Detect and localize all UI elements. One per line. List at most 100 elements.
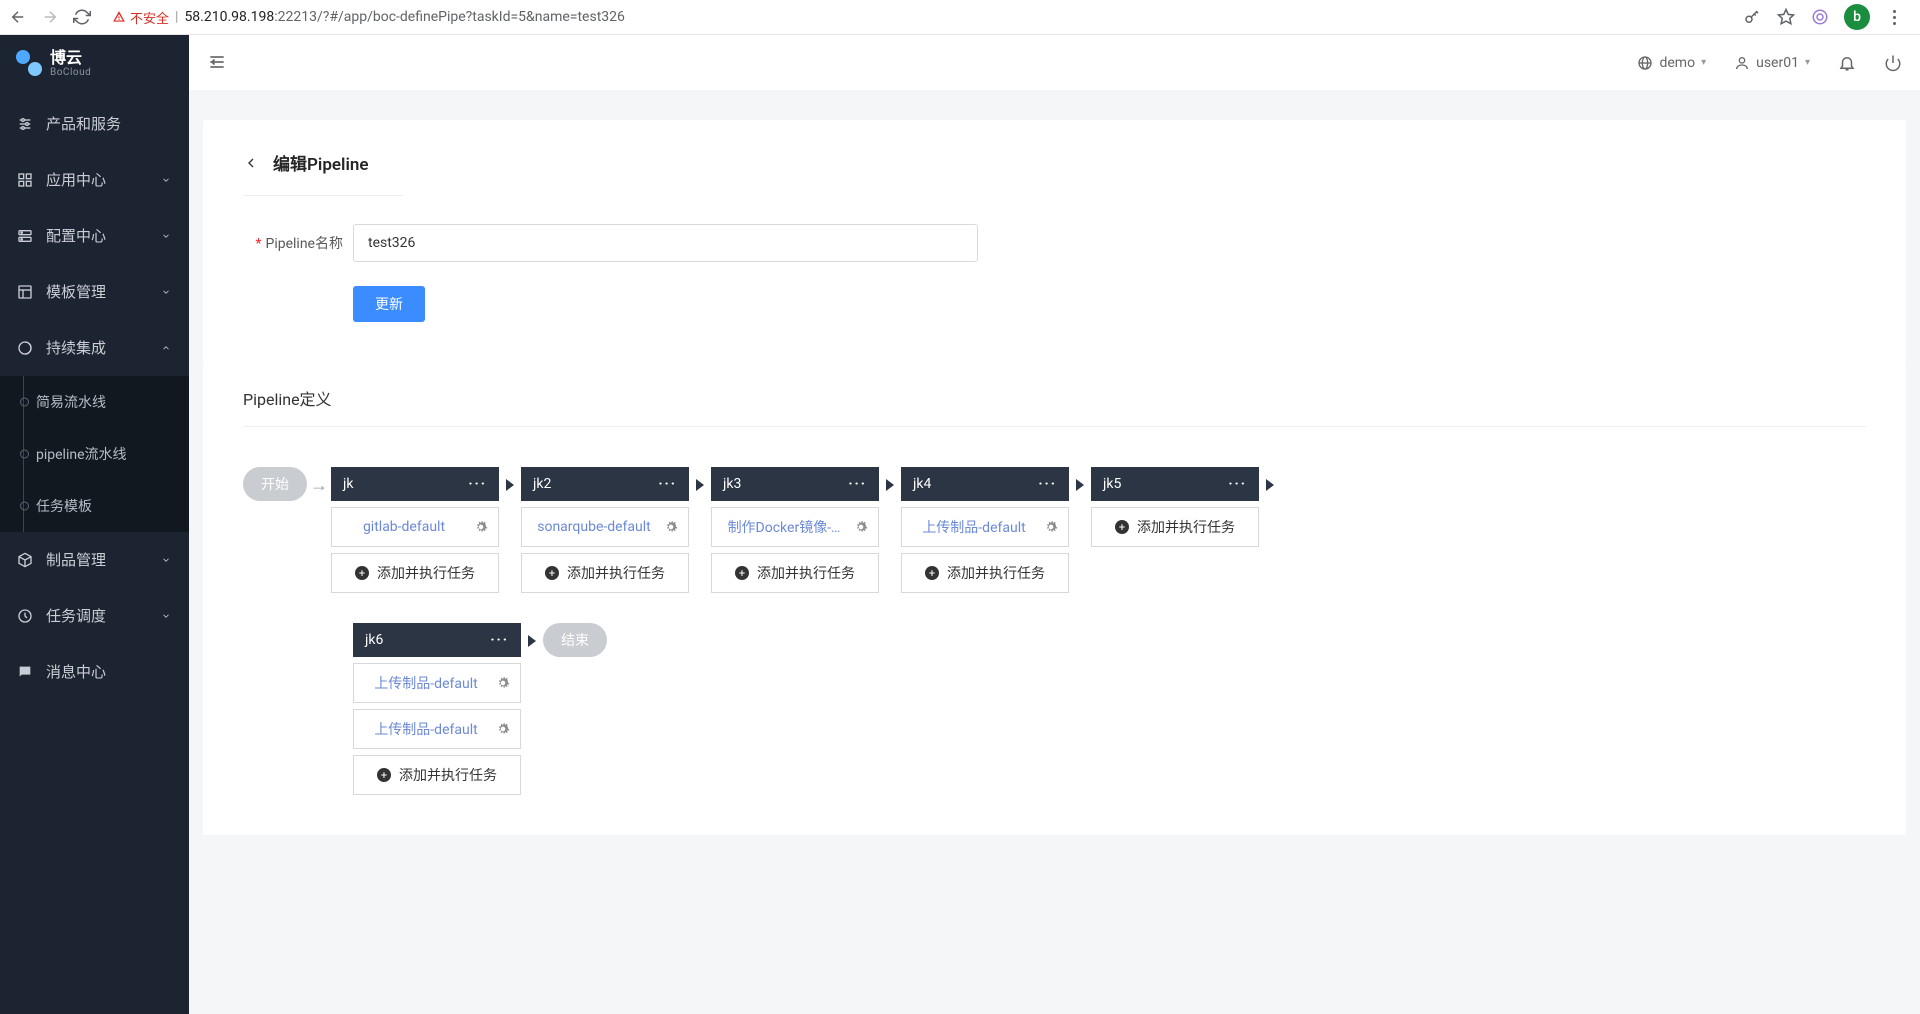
sidebar-item-messages[interactable]: 消息中心 [0,644,189,700]
sidebar-subitem-pipeline[interactable]: pipeline流水线 [0,428,189,480]
chevron-down-icon [161,287,173,297]
stage-menu-icon[interactable]: ··· [1228,476,1247,492]
pipeline-name-label: *Pipeline名称 [243,233,343,253]
logo[interactable]: 博云 BoCloud [0,35,189,96]
browser-menu-icon[interactable] [1884,7,1904,27]
task-item[interactable]: 上传制品-default [353,663,521,703]
stage-menu-icon[interactable]: ··· [1038,476,1057,492]
stage-jk3: jk3··· 制作Docker镜像-… +添加并执行任务 [711,467,879,593]
stage-header[interactable]: jk2··· [521,467,689,501]
globe-icon [1637,55,1653,71]
task-item[interactable]: 上传制品-default [901,507,1069,547]
sidebar-collapse-toggle[interactable] [207,52,229,74]
task-item[interactable]: gitlab-default [331,507,499,547]
page-title: 编辑Pipeline [273,150,369,175]
gear-icon[interactable] [496,722,510,736]
end-node: 结束 [543,623,607,657]
extension-icon[interactable] [1810,7,1830,27]
gear-icon[interactable] [854,520,868,534]
add-task-button[interactable]: +添加并执行任务 [521,553,689,593]
add-task-button[interactable]: +添加并执行任务 [1091,507,1259,547]
gear-icon[interactable] [474,520,488,534]
task-item[interactable]: 制作Docker镜像-… [711,507,879,547]
plus-icon: + [735,566,749,580]
add-task-button[interactable]: +添加并执行任务 [353,755,521,795]
sidebar-item-ci[interactable]: 持续集成 [0,320,189,376]
sidebar-ci-submenu: 简易流水线 pipeline流水线 任务模板 [0,376,189,532]
stage-header[interactable]: jk4··· [901,467,1069,501]
sliders-icon [16,116,34,132]
browser-reload[interactable] [72,7,92,27]
stage-menu-icon[interactable]: ··· [848,476,867,492]
bell-icon [1838,54,1856,72]
sidebar-item-scheduling[interactable]: 任务调度 [0,588,189,644]
plus-icon: + [377,768,391,782]
plus-icon: + [925,566,939,580]
chevron-down-icon: ▾ [1701,57,1706,68]
sidebar-item-config[interactable]: 配置中心 [0,208,189,264]
chevron-down-icon [161,611,173,621]
add-task-button[interactable]: +添加并执行任务 [331,553,499,593]
browser-url-bar[interactable]: 不安全 | 58.210.98.198:22213/?#/app/boc-def… [104,8,1730,27]
task-item[interactable]: 上传制品-default [353,709,521,749]
chevron-down-icon [161,555,173,565]
pipeline-canvas: 开始 → jk··· gitlab-default +添加并执行任务 jk2··… [243,467,1866,795]
logo-mark [16,50,42,76]
arrow-icon: → [307,475,331,496]
stage-jk: jk··· gitlab-default +添加并执行任务 [331,467,499,593]
stage-header[interactable]: jk6··· [353,623,521,657]
stage-menu-icon[interactable]: ··· [490,632,509,648]
message-icon [16,664,34,680]
stage-header[interactable]: jk5··· [1091,467,1259,501]
ci-icon [16,340,34,356]
browser-back[interactable] [8,7,28,27]
tenant-switcher[interactable]: demo ▾ [1637,55,1706,71]
arrow-icon [696,479,704,491]
logo-en: BoCloud [50,67,91,78]
browser-chrome: 不安全 | 58.210.98.198:22213/?#/app/boc-def… [0,0,1920,35]
stage-jk5: jk5··· +添加并执行任务 [1091,467,1259,547]
stage-header[interactable]: jk3··· [711,467,879,501]
layout-icon [16,284,34,300]
user-menu[interactable]: user01 ▾ [1734,55,1810,71]
update-button[interactable]: 更新 [353,286,425,322]
sidebar-subitem-simplepipeline[interactable]: 简易流水线 [0,376,189,428]
task-item[interactable]: sonarqube-default [521,507,689,547]
gear-icon[interactable] [1044,520,1058,534]
sidebar-item-artifacts[interactable]: 制品管理 [0,532,189,588]
sidebar-item-products[interactable]: 产品和服务 [0,96,189,152]
arrow-icon [1076,479,1084,491]
stage-jk2: jk2··· sonarqube-default +添加并执行任务 [521,467,689,593]
power-button[interactable] [1884,54,1902,72]
sidebar-item-templates[interactable]: 模板管理 [0,264,189,320]
arrow-icon [528,635,536,647]
stage-header[interactable]: jk··· [331,467,499,501]
arrow-icon [886,479,894,491]
chevron-up-icon [161,343,173,353]
user-icon [1734,55,1750,71]
pipeline-name-input[interactable] [353,224,978,262]
sidebar-item-appcenter[interactable]: 应用中心 [0,152,189,208]
gear-icon[interactable] [496,676,510,690]
notifications-button[interactable] [1838,54,1856,72]
chevron-down-icon: ▾ [1805,57,1810,68]
server-icon [16,228,34,244]
insecure-warning-icon: 不安全 [112,8,169,27]
gear-icon[interactable] [664,520,678,534]
stage-jk4: jk4··· 上传制品-default +添加并执行任务 [901,467,1069,593]
key-icon[interactable] [1742,7,1762,27]
stage-menu-icon[interactable]: ··· [468,476,487,492]
arrow-icon [1266,479,1274,491]
stage-menu-icon[interactable]: ··· [658,476,677,492]
add-task-button[interactable]: +添加并执行任务 [711,553,879,593]
add-task-button[interactable]: +添加并执行任务 [901,553,1069,593]
insecure-label: 不安全 [130,8,169,27]
power-icon [1884,54,1902,72]
profile-avatar[interactable]: b [1844,4,1870,30]
back-button[interactable] [243,155,259,171]
plus-icon: + [1115,520,1129,534]
sidebar-subitem-tasktemplate[interactable]: 任务模板 [0,480,189,532]
browser-forward[interactable] [40,7,60,27]
user-name: user01 [1756,55,1799,71]
star-icon[interactable] [1776,7,1796,27]
